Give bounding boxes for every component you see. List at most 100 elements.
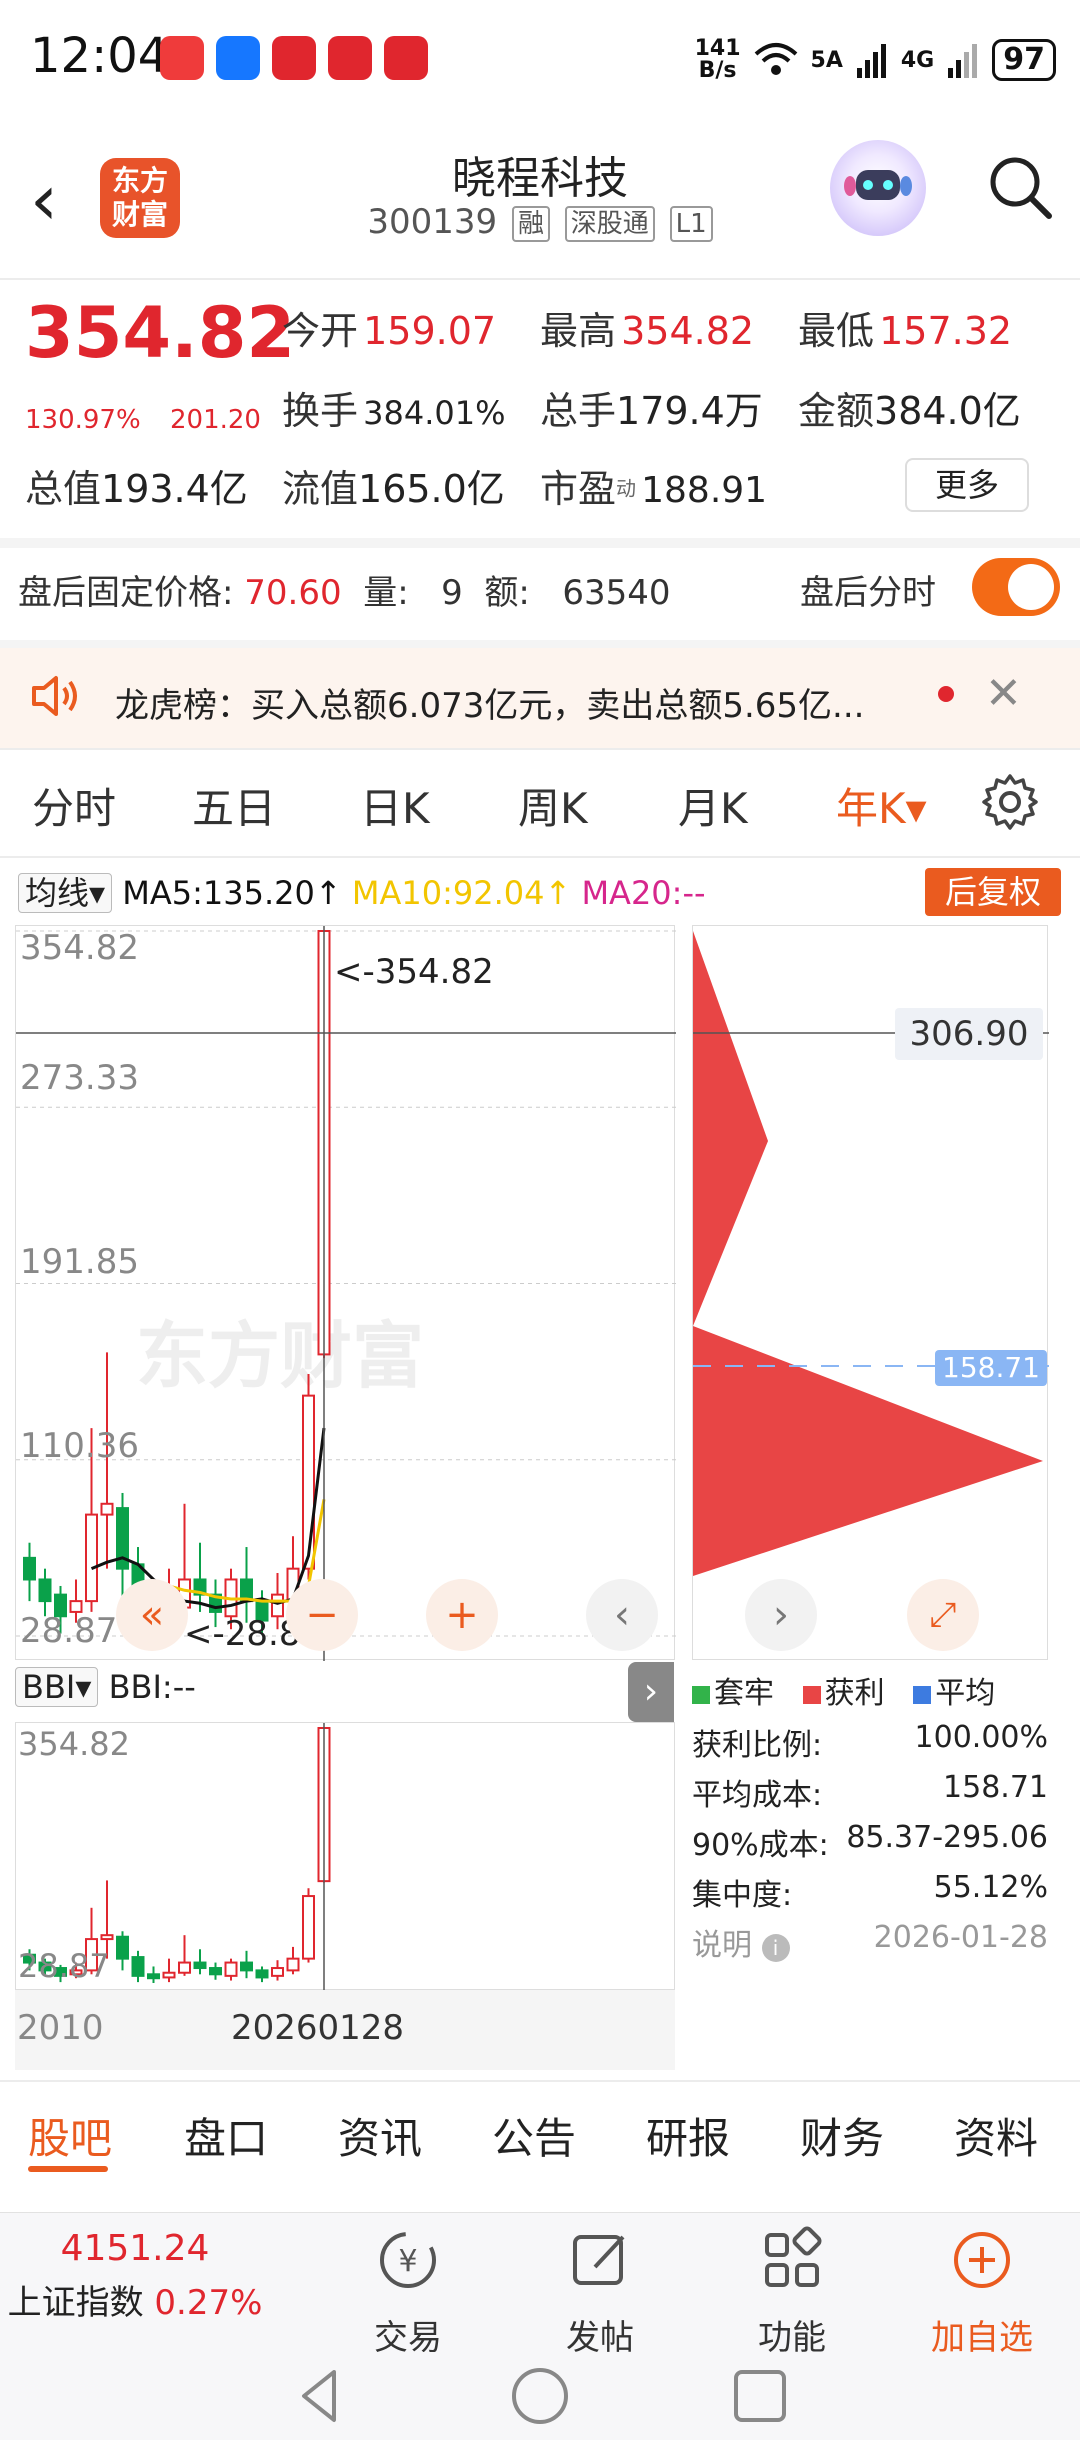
tab-announcement[interactable]: 公告	[492, 2105, 576, 2166]
chip-profit-upper	[693, 931, 768, 1326]
divider	[0, 278, 1080, 280]
divider	[0, 538, 1080, 548]
legend-swatch-trapped	[692, 1685, 710, 1704]
stat-90-cost: 90%成本: 85.37-295.06	[692, 1820, 1048, 1863]
crosshair-price-tag: 306.90	[895, 1008, 1043, 1060]
candle	[100, 1502, 114, 1516]
app-notification-icon	[160, 36, 204, 80]
status-indicators: 141 B/s 5A 4G 97	[695, 34, 1056, 86]
ma10-value: MA10:92.04↑	[351, 874, 572, 912]
notice-text[interactable]: 龙虎榜：买入总额6.073亿元，卖出总额5.65亿...	[115, 678, 864, 727]
bbi-candle	[286, 1957, 300, 1972]
last-price: 354.82	[25, 292, 296, 374]
ma-selector[interactable]: 均线▾	[18, 873, 113, 913]
bbi-candle	[209, 1967, 222, 1976]
nav-home-icon[interactable]	[510, 2366, 570, 2426]
nav-recents-icon[interactable]	[730, 2366, 790, 2426]
tab-month-k[interactable]: 月K	[678, 775, 748, 836]
tab-day-k[interactable]: 日K	[360, 775, 430, 836]
candle	[38, 1578, 52, 1603]
plus-circle-icon	[954, 2232, 1010, 2288]
ma5-value: MA5:135.20↑	[122, 874, 342, 912]
date-cursor: 20260128	[231, 2008, 405, 2048]
post-button[interactable]: 发帖	[530, 2225, 670, 2359]
adjust-button[interactable]: 后复权	[925, 868, 1061, 916]
close-icon[interactable]: ✕	[985, 668, 1022, 719]
tab-finance[interactable]: 财务	[800, 2105, 884, 2166]
stat-explain[interactable]: 说明 i 2026-01-28	[692, 1920, 1048, 1964]
gear-icon[interactable]	[980, 772, 1040, 832]
robot-assistant-icon[interactable]	[830, 140, 926, 236]
bbi-value: BBI:--	[108, 1668, 196, 1706]
bbi-candle	[255, 1969, 269, 1979]
tab-pankou[interactable]: 盘口	[184, 2105, 268, 2166]
pe-stat: 市盈动 188.91	[540, 467, 768, 511]
tag-level: L1	[669, 205, 713, 242]
tab-five-day[interactable]: 五日	[192, 775, 276, 836]
float-stat: 流值165.0亿	[282, 467, 505, 511]
tab-research[interactable]: 研报	[646, 2105, 730, 2166]
status-bar: 12:04 141 B/s 5A 4G 97	[0, 0, 1080, 120]
zoom-out-icon[interactable]: −	[286, 1579, 358, 1651]
after-hours-toggle[interactable]	[972, 558, 1060, 616]
tag-connect: 深股通	[564, 205, 655, 242]
tab-timeshare[interactable]: 分时	[32, 775, 116, 836]
add-watchlist-button[interactable]: 加自选	[912, 2225, 1052, 2359]
max-marker: <-354.82	[334, 952, 494, 992]
tab-year-k[interactable]: 年K▾	[836, 775, 927, 836]
bbi-candle	[116, 1935, 129, 1960]
clock: 12:04	[30, 28, 169, 84]
kline-grid	[16, 930, 676, 1637]
more-button[interactable]: 更多	[905, 458, 1029, 512]
nav-back-icon[interactable]	[290, 2366, 350, 2426]
after-hours-info: 盘后固定价格: 70.60 量: 9 额: 63540	[18, 573, 671, 613]
candle	[23, 1556, 36, 1581]
bbi-candle	[271, 1967, 284, 1977]
zoom-in-icon[interactable]: +	[426, 1579, 498, 1651]
bbi-candle	[193, 1961, 207, 1970]
scroll-left-icon[interactable]: ‹	[586, 1579, 658, 1651]
index-widget[interactable]: 4151.24 上证指数 0.27%	[0, 2228, 270, 2324]
candle	[302, 1394, 315, 1570]
signal-label: 5A	[810, 47, 843, 73]
bbi-candle	[131, 1956, 145, 1977]
yuan-exchange-icon: ¥	[380, 2232, 436, 2288]
trade-button[interactable]: ¥ 交易	[338, 2225, 478, 2359]
app-notification-icon	[272, 36, 316, 80]
wifi-icon	[754, 43, 797, 75]
stat-profit-ratio: 获利比例: 100.00%	[692, 1720, 1048, 1763]
chip-legend: 套牢 获利 平均	[692, 1668, 995, 1712]
net-speed: 141 B/s	[694, 36, 741, 83]
y-label: 354.82	[20, 928, 139, 968]
battery-icon: 97	[992, 39, 1056, 81]
legend-swatch-profit	[802, 1685, 821, 1704]
low-stat: 最低 157.32	[798, 309, 1013, 353]
tab-news[interactable]: 资讯	[338, 2105, 422, 2166]
volume-stat: 总手179.4万	[540, 389, 763, 433]
bbi-svg	[23, 1723, 331, 1991]
expand-icon[interactable]: ⤢	[907, 1579, 979, 1651]
divider	[0, 748, 1080, 750]
change-percent: 130.97%	[25, 405, 141, 435]
high-stat: 最高 354.82	[540, 309, 755, 353]
tab-profile[interactable]: 资料	[954, 2105, 1038, 2166]
bbi-selector[interactable]: BBI▾	[15, 1667, 99, 1707]
svg-text:¥: ¥	[398, 2244, 417, 2279]
chevron-right-icon[interactable]: ›	[628, 1662, 674, 1722]
search-icon[interactable]	[985, 152, 1055, 222]
candle	[85, 1513, 98, 1603]
bbi-y-bottom: 28.87	[18, 1947, 110, 1985]
y-label: 28.87	[20, 1611, 118, 1651]
divider	[0, 640, 1080, 648]
ma-row: 均线▾ MA5:135.20↑ MA10:92.04↑ MA20:--	[18, 868, 706, 916]
tab-guba[interactable]: 股吧	[28, 2105, 112, 2166]
scroll-right-icon[interactable]: ›	[745, 1579, 817, 1651]
unread-dot	[938, 686, 954, 702]
tab-week-k[interactable]: 周K	[518, 775, 588, 836]
bbi-chart[interactable]: 354.82 28.87	[15, 1722, 675, 1991]
rewind-icon[interactable]: «	[116, 1579, 188, 1651]
kline-chart[interactable]: 东方财富 354.82 273.33 191.85 110.36 28.87 <…	[15, 925, 676, 1661]
amount-stat: 金额384.0亿	[798, 389, 1021, 433]
stock-code: 300139	[367, 202, 498, 242]
function-button[interactable]: 功能	[722, 2225, 862, 2359]
